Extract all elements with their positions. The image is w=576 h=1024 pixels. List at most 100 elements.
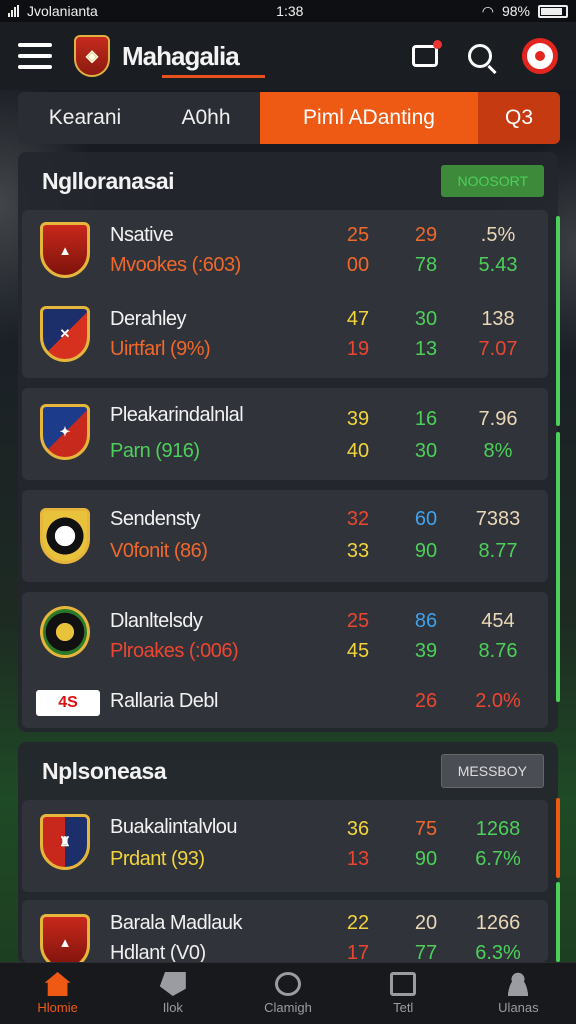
match-card[interactable]: ▲ Nsative Mvookes (:603) 25 29 .5% 00 78… [22, 210, 548, 378]
team-row: ▲ Nsative Mvookes (:603) 25 29 .5% 00 78… [22, 210, 548, 296]
home-icon [44, 972, 71, 996]
team-crest-icon: ✕ [40, 306, 90, 362]
section-accent [556, 882, 560, 962]
notification-icon[interactable] [412, 40, 442, 67]
search-icon[interactable] [468, 44, 492, 68]
stat-value: 6.3% [475, 942, 521, 962]
team-name: Pleakarindalnlal [110, 404, 244, 426]
nav-label: Hlomie [37, 1000, 78, 1015]
section-title: Nplsoneasa [42, 757, 167, 784]
tab-a0hh[interactable]: A0hh [152, 92, 260, 144]
team-crest-icon: ▲ [40, 222, 90, 278]
circle-icon [275, 972, 301, 996]
match-card[interactable]: ♜ Buakalintalvlou Prdant (93) 36 75 1268… [22, 800, 548, 892]
stat-value: 77 [414, 942, 438, 962]
team-crest-icon: ♜ [40, 814, 90, 870]
app-bar: ◈ Mahagalia [0, 22, 576, 90]
stat-value: 60 [414, 508, 438, 530]
battery-percent: 98% [501, 3, 530, 19]
team-name: Sendensty [110, 508, 201, 530]
battery-icon [537, 4, 568, 18]
stat-value: 90 [414, 848, 438, 870]
stat-value: 138 [481, 308, 515, 330]
stat-value: 7.07 [478, 338, 518, 360]
stat-value: 22 [346, 912, 370, 934]
stat-value: 30 [414, 440, 438, 462]
section-header: Nplsoneasa MESSBOY [18, 742, 558, 800]
section-accent [556, 432, 560, 702]
tab-q3[interactable]: Q3 [478, 92, 560, 144]
team-sub: Prdant (93) [110, 848, 205, 870]
stat-value: 40 [346, 440, 370, 462]
stat-value: 45 [346, 640, 370, 662]
stat-value: 25 [346, 610, 370, 632]
sort-button[interactable]: MESSBOY [440, 754, 544, 788]
section-header: Nglloranasai NOOSORT [18, 152, 558, 210]
nav-ilok[interactable]: Ilok [115, 963, 230, 1024]
match-card[interactable]: ▲ Barala Madlauk Hdlant (V0) 22 20 1266 … [22, 900, 548, 962]
stat-value: 39 [346, 408, 370, 430]
tag-icon [159, 972, 186, 996]
team-sub: Parn (916) [110, 440, 200, 462]
match-card[interactable]: ✦ Pleakarindalnlal Parn (916) 39 16 7.96… [22, 388, 548, 480]
section-accent [556, 798, 560, 878]
footer-name: Rallaria Debl [110, 690, 219, 712]
stat-value: 2.0% [475, 690, 521, 712]
stat-value: 75 [414, 818, 438, 840]
note-icon [390, 972, 417, 996]
stat-value: 454 [481, 610, 515, 632]
clock: 1:38 [276, 3, 304, 19]
team-name: Dlanltelsdy [110, 610, 203, 632]
stat-value: 29 [414, 224, 438, 246]
match-card[interactable]: Sendensty V0fonit (86) 32 60 7383 33 90 … [22, 490, 548, 582]
team-crest-icon [40, 606, 90, 658]
nav-home[interactable]: Hlomie [0, 963, 115, 1024]
stat-value: 33 [346, 540, 370, 562]
club-crest-icon: ◈ [74, 35, 110, 77]
team-sub: Hdlant (V0) [110, 942, 206, 962]
stat-value: 13 [414, 338, 438, 360]
stat-value: 25 [346, 224, 370, 246]
nav-clamigh[interactable]: Clamigh [230, 963, 345, 1024]
stat-value: 39 [414, 640, 438, 662]
menu-icon[interactable] [18, 43, 52, 69]
tab-kearani[interactable]: Kearani [18, 92, 152, 144]
team-crest-icon: ✦ [40, 404, 90, 460]
profile-ball-icon[interactable] [522, 38, 558, 74]
stat-value: 5.43 [478, 254, 518, 276]
match-card[interactable]: Dlanltelsdy Plroakes (:006) 25 86 454 45… [22, 592, 548, 728]
stat-value: 7.96 [478, 408, 518, 430]
stat-value: 26 [414, 690, 438, 712]
sort-button[interactable]: NOOSORT [441, 165, 544, 197]
league-section: Nplsoneasa MESSBOY ♜ Buakalintalvlou Prd… [18, 742, 560, 964]
stat-value: 47 [346, 308, 370, 330]
nav-label: Clamigh [264, 1000, 312, 1015]
tab-piml-adanting[interactable]: Piml ADanting [260, 92, 478, 144]
team-name: Nsative [110, 224, 174, 246]
stat-value: 7383 [475, 508, 521, 530]
nav-label: Tetl [393, 1000, 414, 1015]
team-row: ✕ Derahley Uirtfarl (9%) 47 30 138 19 13… [22, 296, 548, 382]
status-bar: Jvolanianta 1:38 ◠ 98% [0, 0, 576, 22]
nav-ulanas[interactable]: Ulanas [461, 963, 576, 1024]
team-sub: V0fonit (86) [110, 540, 208, 562]
nav-tetl[interactable]: Tetl [346, 963, 461, 1024]
stat-value: 1268 [475, 818, 521, 840]
stat-value: .5% [480, 224, 516, 246]
team-sub: Uirtfarl (9%) [110, 338, 211, 360]
stat-value: 78 [414, 254, 438, 276]
stat-value: 13 [346, 848, 370, 870]
team-name: Derahley [110, 308, 187, 330]
team-name: Barala Madlauk [110, 912, 242, 934]
stat-value: 86 [414, 610, 438, 632]
tab-bar: Kearani A0hh Piml ADanting Q3 [18, 92, 560, 144]
carrier-text: Jvolanianta [27, 3, 98, 19]
stat-value: 00 [346, 254, 370, 276]
live-badge: 4S [36, 690, 100, 716]
stat-value: 8.77 [478, 540, 518, 562]
stat-value: 30 [414, 308, 438, 330]
signal-icon [8, 5, 19, 17]
team-name: Buakalintalvlou [110, 816, 238, 838]
stat-value: 32 [346, 508, 370, 530]
app-title: Mahagalia [122, 40, 265, 78]
